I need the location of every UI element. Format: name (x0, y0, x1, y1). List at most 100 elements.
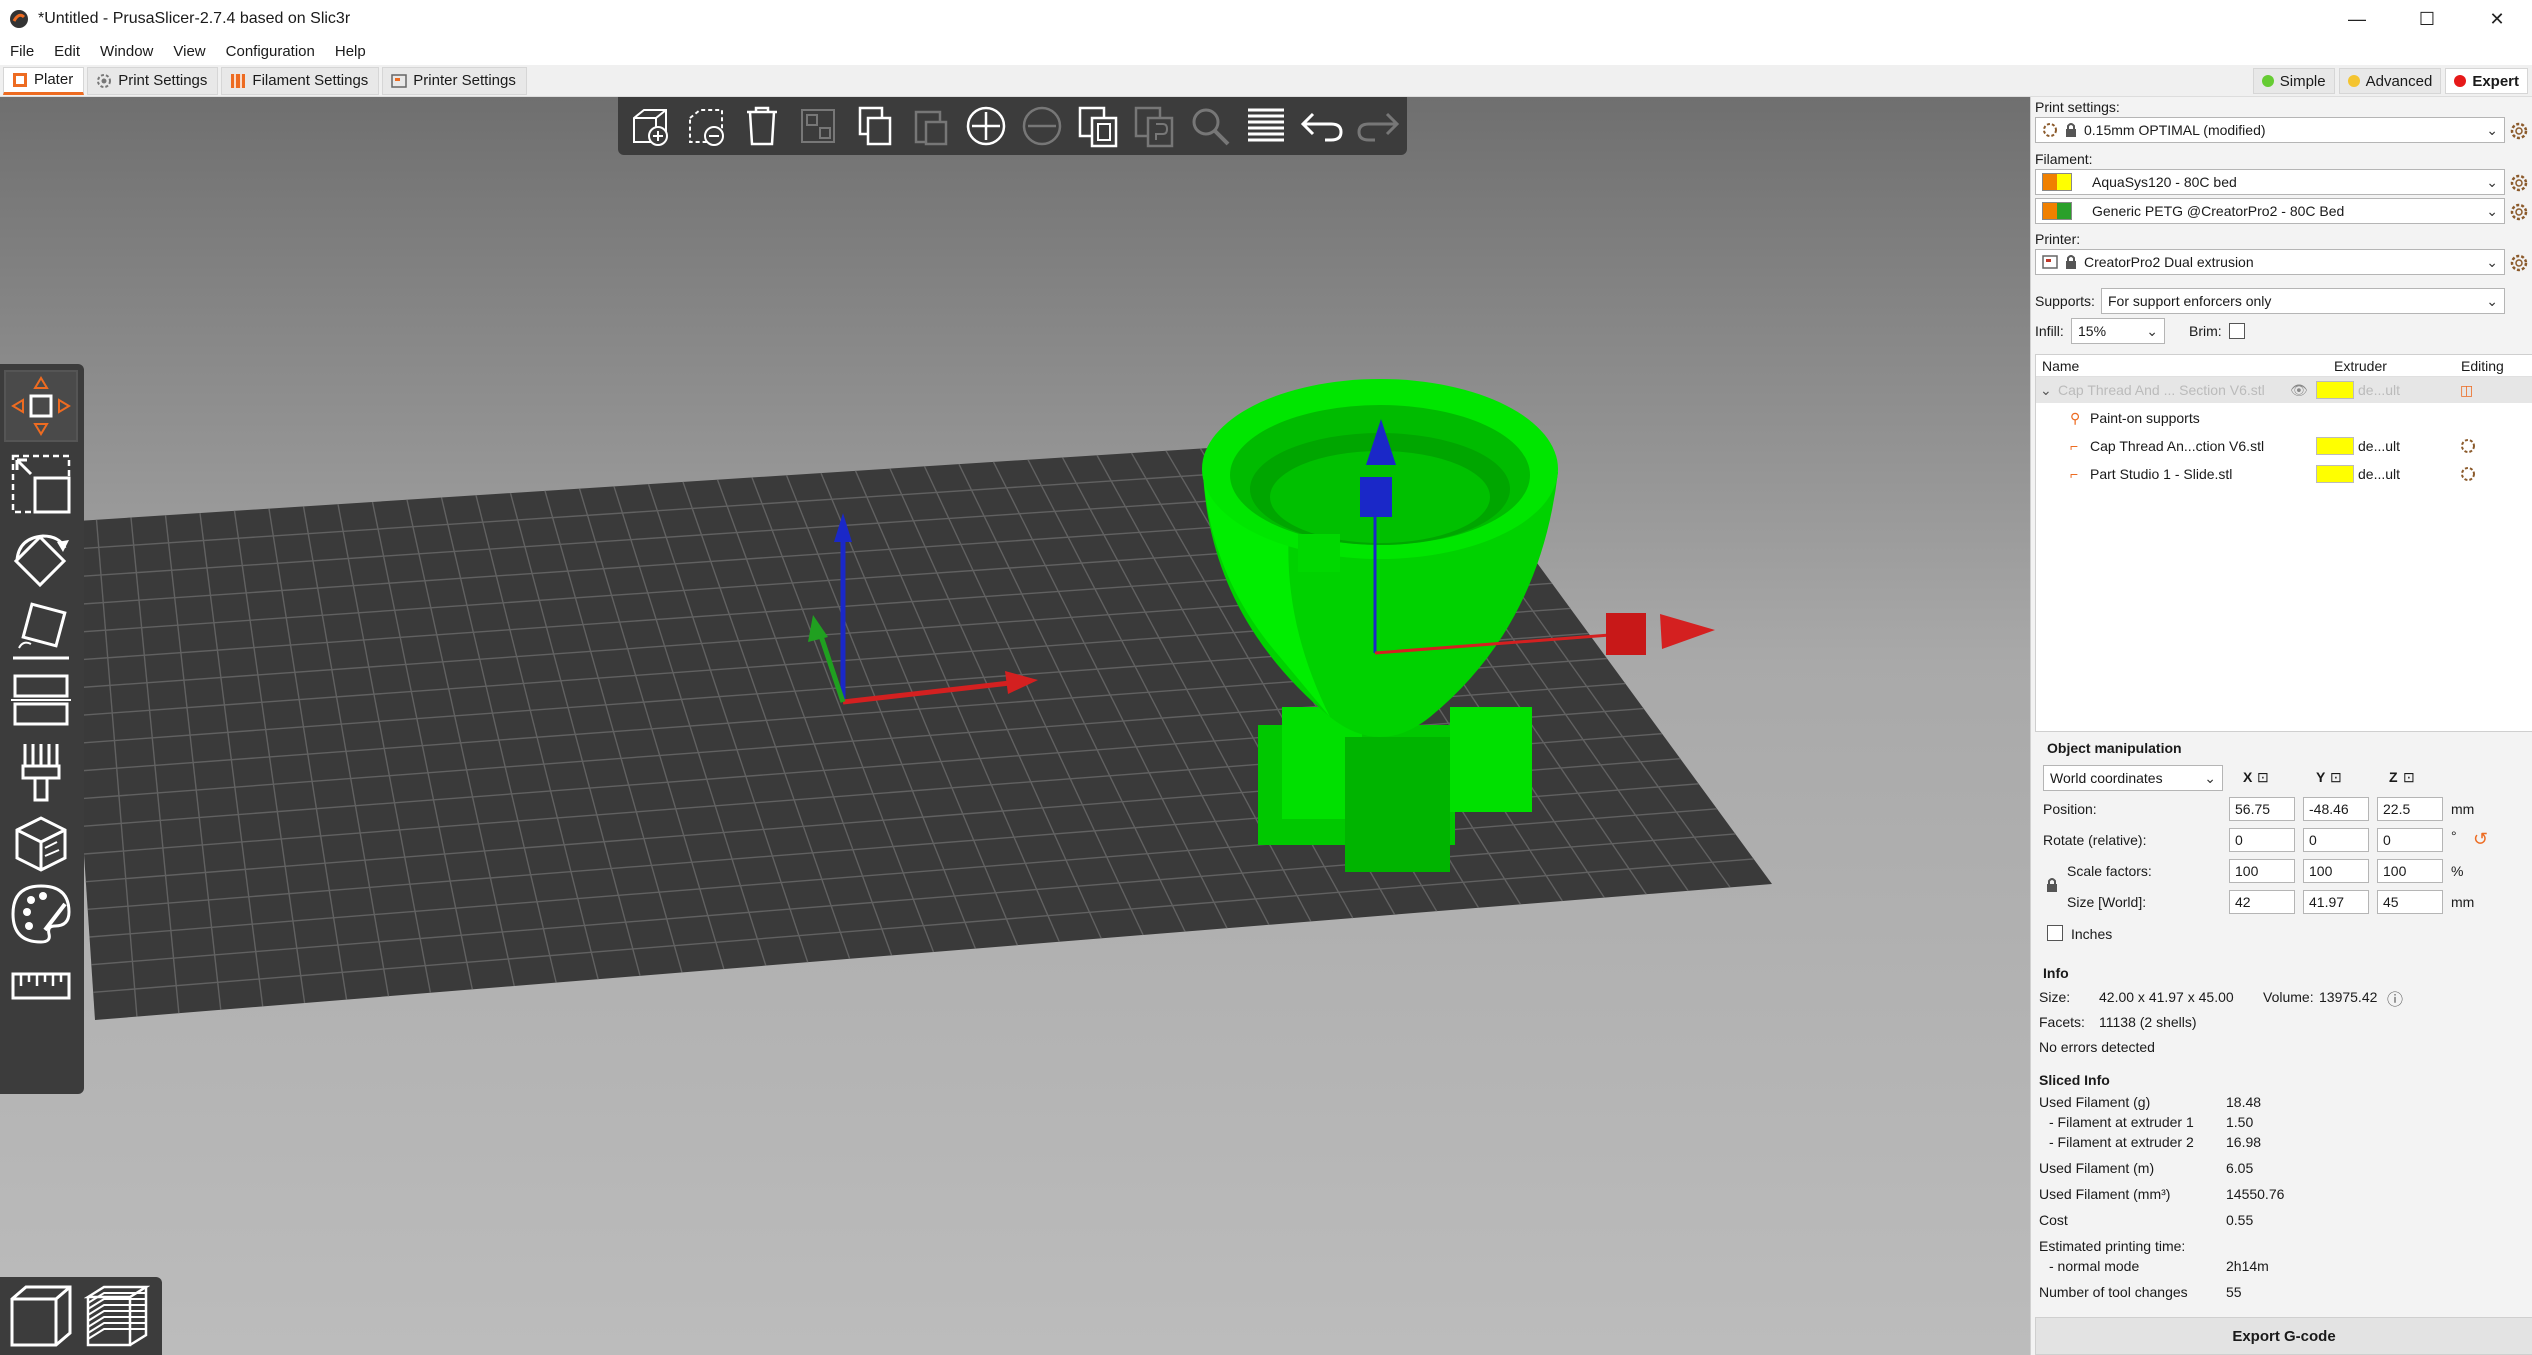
menu-help[interactable]: Help (325, 43, 376, 60)
brim-checkbox[interactable] (2229, 323, 2245, 339)
delete-all-button[interactable] (736, 101, 788, 151)
mode-simple[interactable]: Simple (2252, 68, 2335, 94)
printer-preset-combo[interactable]: CreatorPro2 Dual extrusion ⌄ (2035, 249, 2505, 275)
filament-2-combo[interactable]: Generic PETG @CreatorPro2 - 80C Bed ⌄ (2035, 198, 2505, 224)
tab-filament-settings[interactable]: Filament Settings (221, 66, 380, 95)
part-name: Part Studio 1 - Slide.stl (2090, 466, 2233, 482)
part-row-slide[interactable]: ⌐ Part Studio 1 - Slide.stl de...ult (2036, 461, 2532, 487)
rotate-tool-button[interactable] (4, 526, 78, 598)
add-instance-button[interactable] (960, 101, 1012, 151)
search-button[interactable] (1184, 101, 1236, 151)
lock-icon[interactable] (2045, 877, 2059, 893)
part-settings-gear-icon[interactable] (2460, 466, 2476, 482)
measure-tool-button[interactable] (4, 950, 78, 1022)
redo-button[interactable] (1352, 101, 1404, 151)
drop-to-bed-icon[interactable]: ⊡ (2257, 769, 2269, 786)
scale-z-input[interactable]: 100 (2377, 859, 2443, 883)
extruder-value[interactable]: de...ult (2358, 438, 2400, 454)
rotate-x-input[interactable]: 0 (2229, 828, 2295, 852)
part-settings-gear-icon[interactable] (2460, 438, 2476, 454)
menu-edit[interactable]: Edit (44, 43, 90, 60)
minimize-button[interactable]: — (2322, 0, 2392, 38)
layers-editing-button[interactable] (1240, 101, 1292, 151)
tab-plater[interactable]: Plater (3, 66, 85, 95)
position-z-input[interactable]: 22.5 (2377, 797, 2443, 821)
filament-2-gear-icon[interactable] (2509, 202, 2529, 222)
infill-combo[interactable]: 15% ⌄ (2071, 318, 2165, 344)
mmu-paint-button[interactable] (4, 878, 78, 950)
printer-icon (2042, 255, 2058, 269)
object-row-cap-thread[interactable]: ⌄ Cap Thread And ... Section V6.stl 👁 de… (2036, 377, 2532, 403)
supports-combo[interactable]: For support enforcers only ⌄ (2101, 288, 2505, 314)
undo-button[interactable] (1296, 101, 1348, 151)
3d-view-button[interactable] (6, 1281, 76, 1351)
column-extruder[interactable]: Extruder (2334, 358, 2387, 374)
chevron-down-icon: ⌄ (2204, 770, 2216, 786)
extruder-value[interactable]: de...ult (2358, 466, 2400, 482)
size-x-input[interactable]: 42 (2229, 890, 2295, 914)
coordinate-system-combo[interactable]: World coordinates ⌄ (2043, 765, 2223, 791)
export-gcode-button[interactable]: Export G-code (2035, 1317, 2532, 1355)
arrange-button[interactable] (792, 101, 844, 151)
place-on-face-button[interactable] (4, 596, 78, 668)
move-tool-button[interactable] (4, 370, 78, 442)
tab-print-settings[interactable]: Print Settings (87, 66, 219, 95)
rotate-y-input[interactable]: 0 (2303, 828, 2369, 852)
print-settings-gear-icon[interactable] (2509, 121, 2529, 141)
sliced-info-value: 1.50 (2226, 1114, 2254, 1130)
scale-y-input[interactable]: 100 (2303, 859, 2369, 883)
part-row-cap-thread[interactable]: ⌐ Cap Thread An...ction V6.stl de...ult (2036, 433, 2532, 459)
maximize-button[interactable]: ☐ (2392, 0, 2462, 38)
filament-1-combo[interactable]: AquaSys120 - 80C bed ⌄ (2035, 169, 2505, 195)
print-preset-combo[interactable]: 0.15mm OPTIMAL (modified) ⌄ (2035, 117, 2505, 143)
menu-view[interactable]: View (163, 43, 215, 60)
scale-x-input[interactable]: 100 (2229, 859, 2295, 883)
prusaslicer-logo-icon (10, 10, 28, 28)
sliced-info-label: - Filament at extruder 1 (2049, 1114, 2194, 1130)
list-item-paint-on-supports[interactable]: ⚲ Paint-on supports (2036, 405, 2532, 431)
column-name[interactable]: Name (2042, 358, 2079, 374)
edit-icon[interactable]: ◫ (2460, 382, 2473, 399)
cut-tool-button[interactable] (4, 664, 78, 736)
reset-rotation-icon[interactable]: ↺ (2473, 829, 2488, 850)
menu-window[interactable]: Window (90, 43, 163, 60)
size-z-input[interactable]: 45 (2377, 890, 2443, 914)
add-button[interactable] (624, 101, 676, 151)
close-button[interactable]: ✕ (2462, 0, 2532, 38)
3d-viewport[interactable] (0, 97, 2030, 1355)
rotate-z-input[interactable]: 0 (2377, 828, 2443, 852)
list-item-label: Paint-on supports (2090, 410, 2200, 426)
eye-icon[interactable]: 👁 (2290, 382, 2308, 399)
split-parts-button[interactable] (1128, 101, 1180, 151)
position-y-input[interactable]: -48.46 (2303, 797, 2369, 821)
info-errors: No errors detected (2039, 1039, 2155, 1055)
support-paint-button[interactable] (4, 736, 78, 808)
split-parts-icon (1134, 106, 1174, 148)
collapse-chevron-icon[interactable]: ⌄ (2040, 382, 2052, 399)
inches-checkbox[interactable] (2047, 925, 2063, 941)
drop-to-bed-icon[interactable]: ⊡ (2330, 769, 2342, 786)
position-x-input[interactable]: 56.75 (2229, 797, 2295, 821)
mode-advanced[interactable]: Advanced (2338, 68, 2442, 94)
warning-info-icon[interactable]: ⓘ (2387, 986, 2403, 1010)
column-editing[interactable]: Editing (2461, 358, 2504, 374)
filament-1-gear-icon[interactable] (2509, 173, 2529, 193)
preview-button[interactable] (82, 1281, 152, 1351)
delete-button[interactable] (680, 101, 732, 151)
remove-instance-button[interactable] (1016, 101, 1068, 151)
scale-tool-button[interactable] (4, 448, 78, 520)
menu-configuration[interactable]: Configuration (216, 43, 325, 60)
paste-button[interactable] (904, 101, 956, 151)
printer-gear-icon[interactable] (2509, 253, 2529, 273)
drop-to-bed-icon[interactable]: ⊡ (2403, 769, 2415, 786)
extruder-value[interactable]: de...ult (2358, 382, 2400, 398)
seam-paint-button[interactable] (4, 808, 78, 880)
tab-printer-settings[interactable]: Printer Settings (382, 66, 527, 95)
size-y-input[interactable]: 41.97 (2303, 890, 2369, 914)
split-objects-button[interactable] (1072, 101, 1124, 151)
lock-icon (2066, 123, 2076, 137)
menu-file[interactable]: File (0, 43, 44, 60)
copy-button[interactable] (848, 101, 900, 151)
mode-expert[interactable]: Expert (2445, 68, 2528, 94)
part-icon: ⌐ (2070, 438, 2079, 454)
